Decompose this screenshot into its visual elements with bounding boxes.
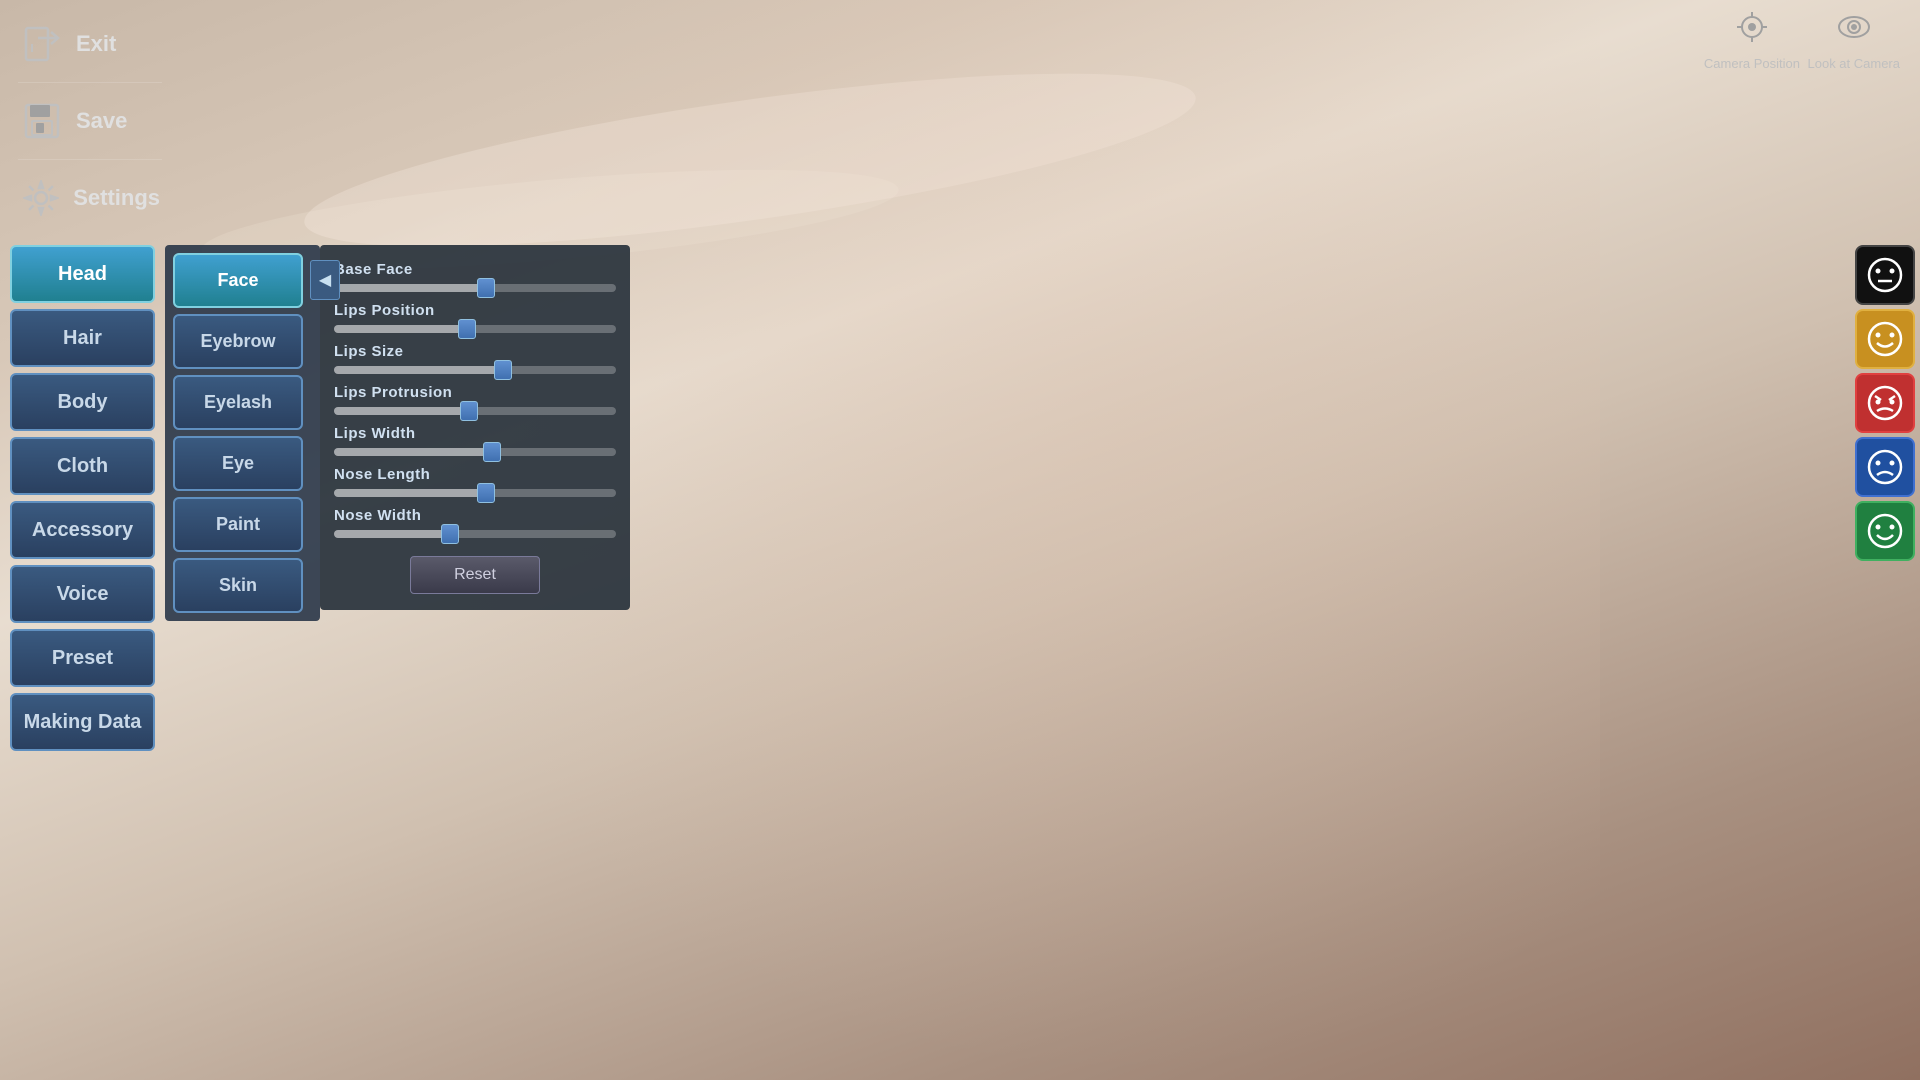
slider-track-lips-width[interactable] bbox=[334, 448, 616, 456]
menu-divider-2 bbox=[18, 159, 162, 160]
slider-track-lips-protrusion[interactable] bbox=[334, 407, 616, 415]
sliders-panel: Base Face Lips Position Lips Size Lips Prot… bbox=[320, 245, 630, 610]
slider-fill-lips-size bbox=[334, 366, 503, 374]
sidebar-item-preset[interactable]: Preset bbox=[10, 629, 155, 687]
slider-track-nose-length[interactable] bbox=[334, 489, 616, 497]
slider-track-base-face[interactable] bbox=[334, 284, 616, 292]
sub-item-paint[interactable]: Paint bbox=[173, 497, 303, 552]
sidebar-item-cloth[interactable]: Cloth bbox=[10, 437, 155, 495]
expression-button-happy[interactable] bbox=[1855, 309, 1915, 369]
camera-position-icon bbox=[1735, 10, 1769, 52]
slider-fill-base-face bbox=[334, 284, 486, 292]
slider-label-nose-length: Nose Length bbox=[334, 466, 616, 483]
look-at-camera-control[interactable]: Look at Camera bbox=[1808, 10, 1901, 71]
sidebar-item-making-data[interactable]: Making Data bbox=[10, 693, 155, 751]
slider-thumb-lips-width[interactable] bbox=[483, 442, 501, 462]
slider-thumb-nose-length[interactable] bbox=[477, 483, 495, 503]
slider-thumb-nose-width[interactable] bbox=[441, 524, 459, 544]
slider-group-lips-protrusion: Lips Protrusion bbox=[334, 384, 616, 417]
menu-divider-1 bbox=[18, 82, 162, 83]
slider-fill-nose-length bbox=[334, 489, 486, 497]
slider-label-lips-position: Lips Position bbox=[334, 302, 616, 319]
exit-menu-item[interactable]: Exit bbox=[10, 10, 170, 78]
exit-icon bbox=[20, 22, 64, 66]
sidebar-item-voice[interactable]: Voice bbox=[10, 565, 155, 623]
slider-group-base-face: Base Face bbox=[334, 261, 616, 294]
collapse-panel-button[interactable]: ◀ bbox=[310, 260, 340, 300]
slider-fill-lips-width bbox=[334, 448, 492, 456]
sub-category-panel: Face Eyebrow Eyelash Eye Paint Skin bbox=[165, 245, 320, 621]
sidebar-item-head[interactable]: Head bbox=[10, 245, 155, 303]
slider-label-lips-width: Lips Width bbox=[334, 425, 616, 442]
category-sidebar: Head Hair Body Cloth Accessory Voice Preset Mak… bbox=[10, 245, 165, 751]
slider-track-lips-size[interactable] bbox=[334, 366, 616, 374]
sidebar-item-hair[interactable]: Hair bbox=[10, 309, 155, 367]
settings-icon bbox=[20, 176, 61, 220]
save-menu-item[interactable]: Save bbox=[10, 87, 170, 155]
slider-fill-lips-position bbox=[334, 325, 467, 333]
look-at-camera-icon bbox=[1837, 10, 1871, 52]
slider-thumb-lips-protrusion[interactable] bbox=[460, 401, 478, 421]
expression-button-sad[interactable] bbox=[1855, 437, 1915, 497]
sidebar-item-accessory[interactable]: Accessory bbox=[10, 501, 155, 559]
sidebar-item-body[interactable]: Body bbox=[10, 373, 155, 431]
slider-track-nose-width[interactable] bbox=[334, 530, 616, 538]
top-menu: Exit Save Settings bbox=[0, 0, 180, 242]
slider-track-lips-position[interactable] bbox=[334, 325, 616, 333]
camera-position-control[interactable]: Camera Position bbox=[1704, 10, 1800, 71]
slider-group-nose-width: Nose Width bbox=[334, 507, 616, 540]
save-label: Save bbox=[76, 108, 127, 134]
slider-fill-lips-protrusion bbox=[334, 407, 469, 415]
slider-label-base-face: Base Face bbox=[334, 261, 616, 278]
slider-group-lips-size: Lips Size bbox=[334, 343, 616, 376]
slider-thumb-base-face[interactable] bbox=[477, 278, 495, 298]
expression-button-neutral[interactable] bbox=[1855, 245, 1915, 305]
sub-item-eye[interactable]: Eye bbox=[173, 436, 303, 491]
look-at-camera-label: Look at Camera bbox=[1808, 56, 1901, 71]
slider-label-lips-size: Lips Size bbox=[334, 343, 616, 360]
expression-panel bbox=[1850, 245, 1920, 561]
slider-group-lips-position: Lips Position bbox=[334, 302, 616, 335]
sub-item-eyelash[interactable]: Eyelash bbox=[173, 375, 303, 430]
expression-button-smile[interactable] bbox=[1855, 501, 1915, 561]
reset-button[interactable]: Reset bbox=[410, 556, 540, 594]
slider-thumb-lips-position[interactable] bbox=[458, 319, 476, 339]
slider-label-lips-protrusion: Lips Protrusion bbox=[334, 384, 616, 401]
camera-position-label: Camera Position bbox=[1704, 56, 1800, 71]
slider-fill-nose-width bbox=[334, 530, 450, 538]
slider-group-lips-width: Lips Width bbox=[334, 425, 616, 458]
exit-label: Exit bbox=[76, 31, 116, 57]
slider-label-nose-width: Nose Width bbox=[334, 507, 616, 524]
settings-label: Settings bbox=[73, 185, 160, 211]
slider-thumb-lips-size[interactable] bbox=[494, 360, 512, 380]
expression-button-angry[interactable] bbox=[1855, 373, 1915, 433]
sub-item-face[interactable]: Face bbox=[173, 253, 303, 308]
slider-group-nose-length: Nose Length bbox=[334, 466, 616, 499]
settings-menu-item[interactable]: Settings bbox=[10, 164, 170, 232]
sub-item-eyebrow[interactable]: Eyebrow bbox=[173, 314, 303, 369]
sub-item-skin[interactable]: Skin bbox=[173, 558, 303, 613]
save-icon bbox=[20, 99, 64, 143]
